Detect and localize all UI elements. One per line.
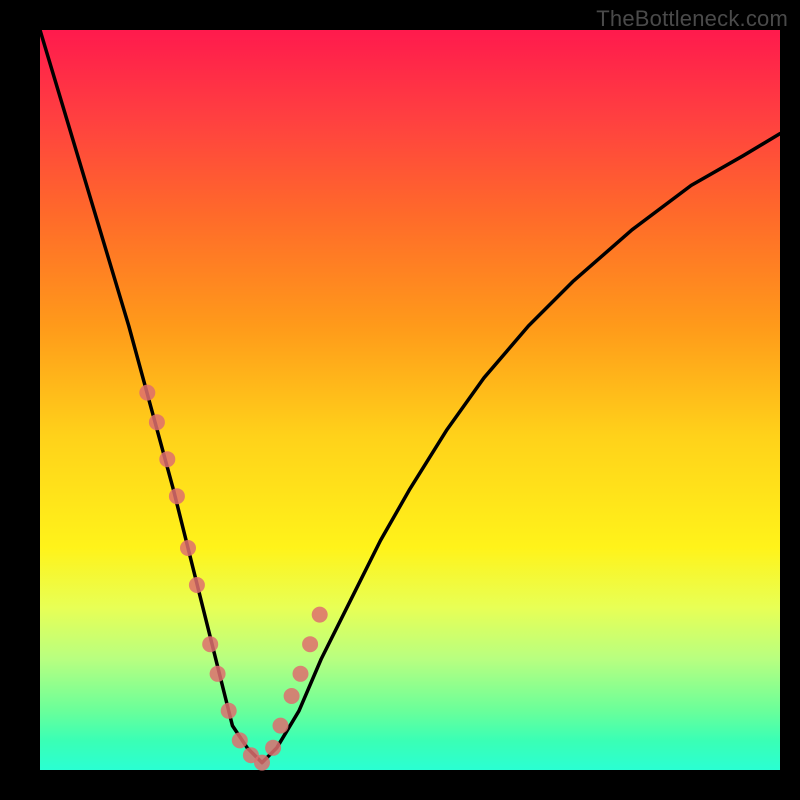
watermark-text: TheBottleneck.com: [596, 6, 788, 32]
plot-area: [40, 30, 780, 770]
chart-frame: TheBottleneck.com: [0, 0, 800, 800]
chart-svg: [40, 30, 780, 770]
